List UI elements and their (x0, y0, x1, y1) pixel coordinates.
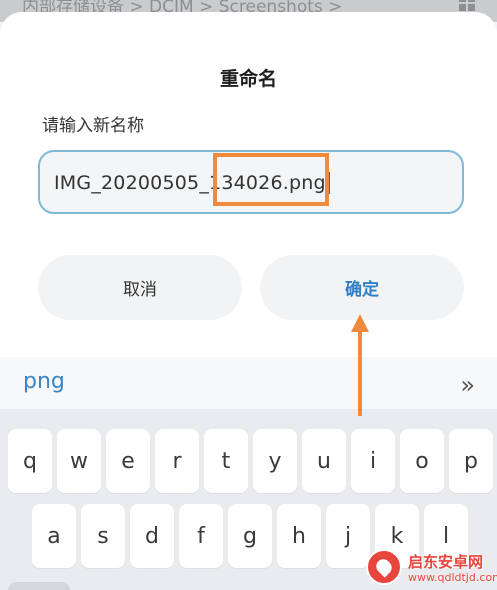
key-o[interactable]: o (400, 429, 444, 493)
key-f[interactable]: f (179, 504, 223, 568)
key-g[interactable]: g (228, 504, 272, 568)
key-y[interactable]: y (253, 429, 297, 493)
watermark-url: www.qdldtjd.com (408, 571, 497, 584)
key-e[interactable]: e (106, 429, 150, 493)
key-j[interactable]: j (326, 504, 370, 568)
key-i[interactable]: i (351, 429, 395, 493)
annotation-arrow-shaft (358, 330, 362, 416)
key-a[interactable]: a (32, 504, 76, 568)
key-h[interactable]: h (277, 504, 321, 568)
key-u[interactable]: u (302, 429, 346, 493)
double-chevron-right-icon[interactable]: » (460, 371, 475, 399)
watermark-logo-icon (366, 549, 402, 585)
key-w[interactable]: w (57, 429, 101, 493)
suggestion-word[interactable]: png (23, 369, 65, 394)
grid-view-icon[interactable] (459, 0, 475, 11)
cancel-button[interactable]: 取消 (38, 255, 242, 320)
key-t[interactable]: t (204, 429, 248, 493)
watermark-title: 启东安卓网 (408, 553, 484, 571)
key-s[interactable]: s (81, 504, 125, 568)
suggestion-bar: png » (0, 357, 497, 409)
key-q[interactable]: q (8, 429, 52, 493)
new-name-label: 请输入新名称 (42, 116, 144, 136)
annotation-arrow-up-icon (351, 314, 369, 332)
annotation-highlight-box (213, 153, 329, 206)
key-r[interactable]: r (155, 429, 199, 493)
key-p[interactable]: p (449, 429, 493, 493)
dialog-title: 重命名 (219, 68, 277, 90)
key-d[interactable]: d (130, 504, 174, 568)
watermark: 启东安卓网 www.qdldtjd.com (366, 547, 497, 589)
shift-key[interactable] (8, 582, 70, 590)
confirm-button[interactable]: 确定 (260, 255, 464, 320)
